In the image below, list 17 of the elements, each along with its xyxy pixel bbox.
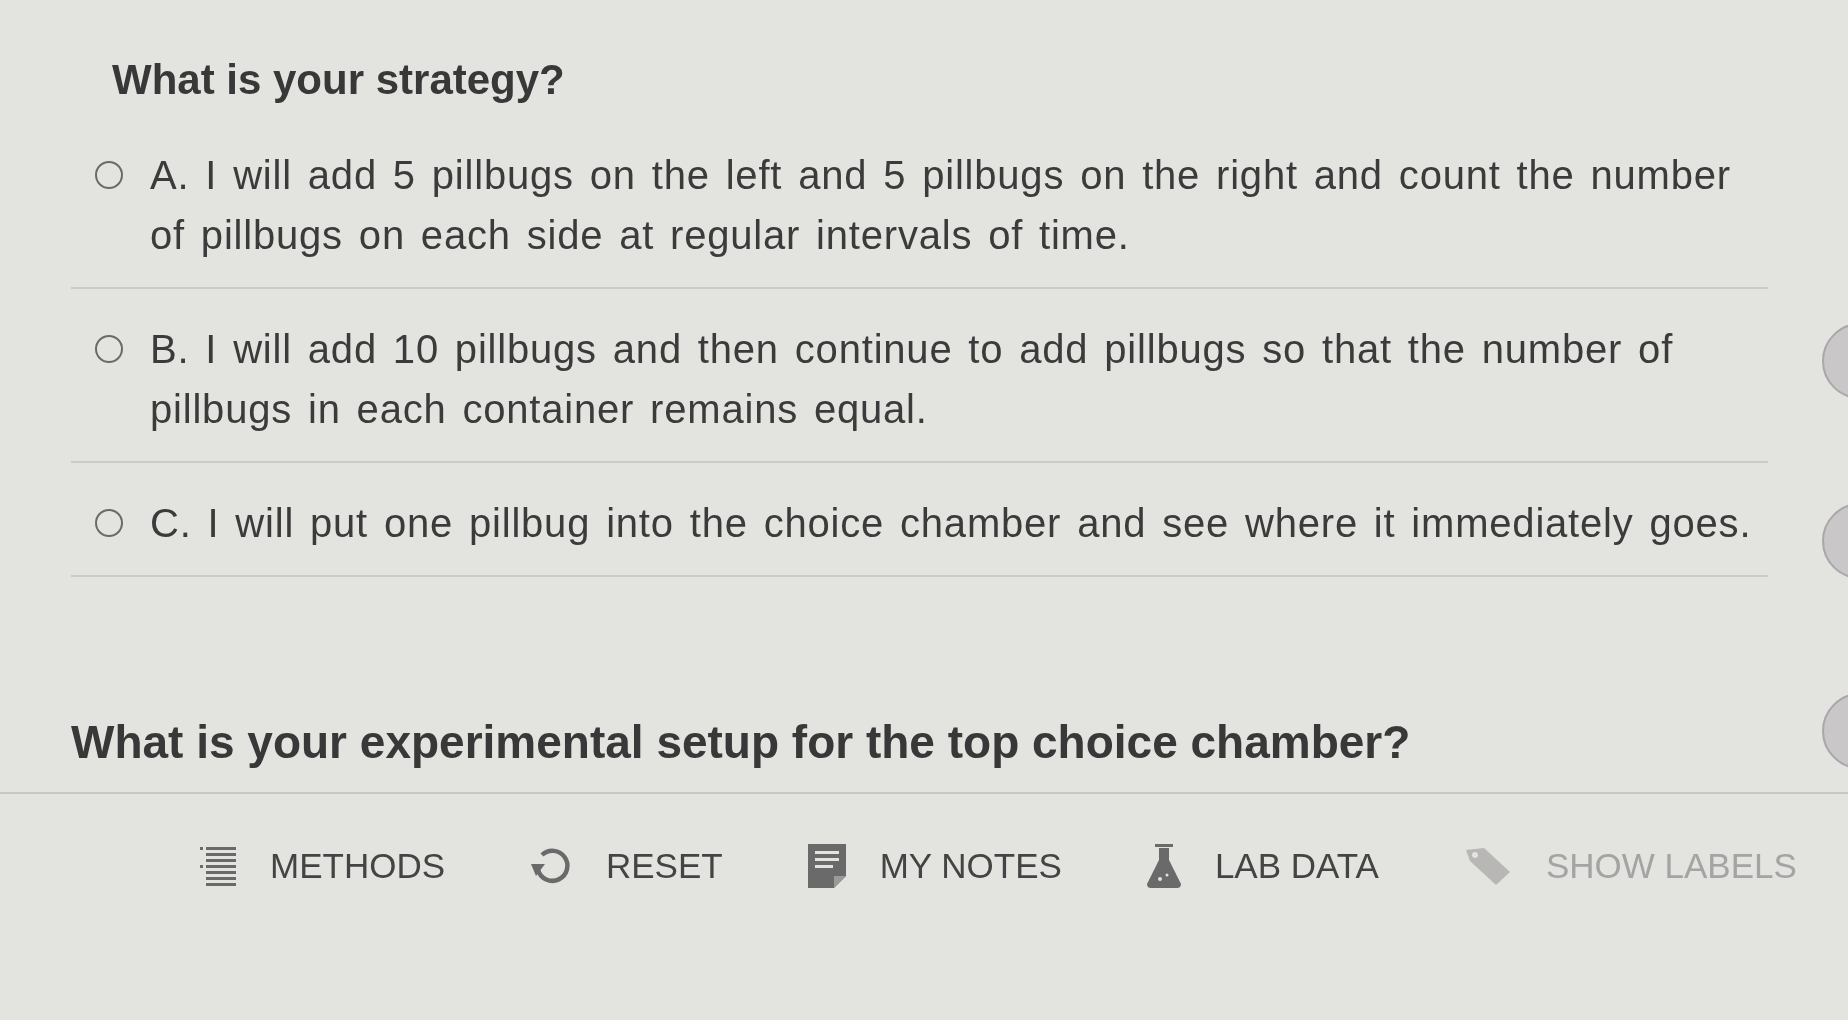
option-text: A. I will add 5 pillbugs on the left and 5 pillbugs on the right and count the number of pillbugs on each side at regular intervals of time.: [150, 152, 1732, 259]
note-icon: [807, 844, 846, 888]
list-icon: [200, 846, 236, 886]
radio-button[interactable]: [95, 335, 123, 363]
radio-button[interactable]: [95, 161, 123, 189]
tag-icon: [1463, 846, 1512, 886]
flask-icon: [1146, 844, 1181, 888]
question-title: What is your experimental setup for the top choice chamber?: [71, 716, 1411, 768]
toolbar-button[interactable]: MY NOTES: [807, 844, 1062, 888]
option-text: C. I will put one pillbug into the choice chamber and see where it immediately goes.: [150, 500, 1752, 547]
option-text: B. I will add 10 pillbugs and then continue to add pillbugs so that the number of pillbugs in each container remains equal.: [150, 326, 1675, 433]
toolbar-button[interactable]: LAB DATA: [1146, 844, 1379, 888]
radio-button[interactable]: [95, 509, 123, 537]
toolbar-button[interactable]: RESET: [530, 844, 723, 888]
toolbar-button[interactable]: METHODS: [200, 844, 445, 888]
reset-icon: [530, 846, 572, 886]
question-title: What is your strategy?: [112, 56, 565, 103]
